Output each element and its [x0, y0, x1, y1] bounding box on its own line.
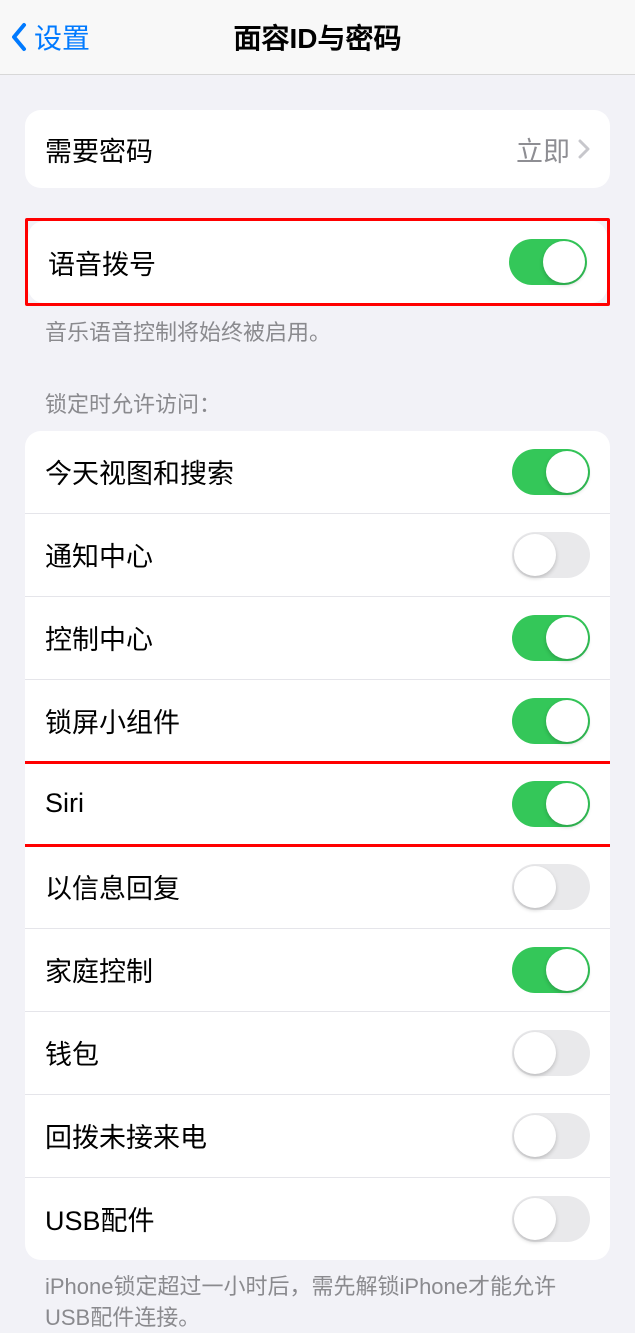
- voice-dial-row: 语音拨号: [28, 221, 607, 303]
- require-passcode-value: 立即: [516, 130, 570, 169]
- notification-center-toggle[interactable]: [512, 532, 590, 578]
- wallet-row: 钱包: [25, 1011, 610, 1094]
- navigation-bar: 设置 面容ID与密码: [0, 0, 635, 75]
- today-view-row: 今天视图和搜索: [25, 431, 610, 513]
- reply-with-message-row: 以信息回复: [25, 845, 610, 928]
- today-view-toggle[interactable]: [512, 449, 590, 495]
- reply-with-message-label: 以信息回复: [45, 867, 180, 906]
- control-center-label: 控制中心: [45, 618, 153, 657]
- voice-dial-footer: 音乐语音控制将始终被启用。: [25, 306, 610, 349]
- lock-screen-widgets-toggle[interactable]: [512, 698, 590, 744]
- lock-access-header: 锁定时允许访问：: [25, 349, 610, 431]
- require-passcode-label: 需要密码: [45, 130, 153, 169]
- require-passcode-row[interactable]: 需要密码 立即: [25, 110, 610, 188]
- voice-dial-highlight: 语音拨号: [25, 218, 610, 306]
- return-missed-calls-toggle[interactable]: [512, 1113, 590, 1159]
- home-control-toggle[interactable]: [512, 947, 590, 993]
- usb-footer: iPhone锁定超过一小时后，需先解锁iPhone才能允许USB配件连接。: [25, 1260, 610, 1333]
- home-control-label: 家庭控制: [45, 950, 153, 989]
- siri-row: Siri: [25, 762, 610, 845]
- control-center-row: 控制中心: [25, 596, 610, 679]
- usb-accessories-toggle[interactable]: [512, 1196, 590, 1242]
- usb-accessories-row: USB配件: [25, 1177, 610, 1260]
- chevron-left-icon: [10, 22, 28, 52]
- voice-dial-label: 语音拨号: [48, 243, 156, 282]
- return-missed-calls-label: 回拨未接来电: [45, 1116, 207, 1155]
- voice-dial-toggle[interactable]: [509, 239, 587, 285]
- control-center-toggle[interactable]: [512, 615, 590, 661]
- siri-label: Siri: [45, 788, 84, 819]
- page-title: 面容ID与密码: [0, 17, 635, 57]
- lock-access-group: 今天视图和搜索 通知中心 控制中心 锁屏小组件 Siri 以信息回复 家庭控制: [25, 431, 610, 1260]
- lock-screen-widgets-row: 锁屏小组件: [25, 679, 610, 762]
- wallet-label: 钱包: [45, 1033, 99, 1072]
- notification-center-row: 通知中心: [25, 513, 610, 596]
- back-label: 设置: [34, 17, 90, 57]
- usb-accessories-label: USB配件: [45, 1199, 155, 1238]
- today-view-label: 今天视图和搜索: [45, 452, 234, 491]
- require-passcode-group: 需要密码 立即: [25, 110, 610, 188]
- wallet-toggle[interactable]: [512, 1030, 590, 1076]
- home-control-row: 家庭控制: [25, 928, 610, 1011]
- lock-screen-widgets-label: 锁屏小组件: [45, 701, 180, 740]
- reply-with-message-toggle[interactable]: [512, 864, 590, 910]
- back-button[interactable]: 设置: [0, 17, 90, 57]
- siri-toggle[interactable]: [512, 781, 590, 827]
- return-missed-calls-row: 回拨未接来电: [25, 1094, 610, 1177]
- chevron-right-icon: [578, 139, 590, 159]
- voice-dial-group: 语音拨号: [28, 221, 607, 303]
- notification-center-label: 通知中心: [45, 535, 153, 574]
